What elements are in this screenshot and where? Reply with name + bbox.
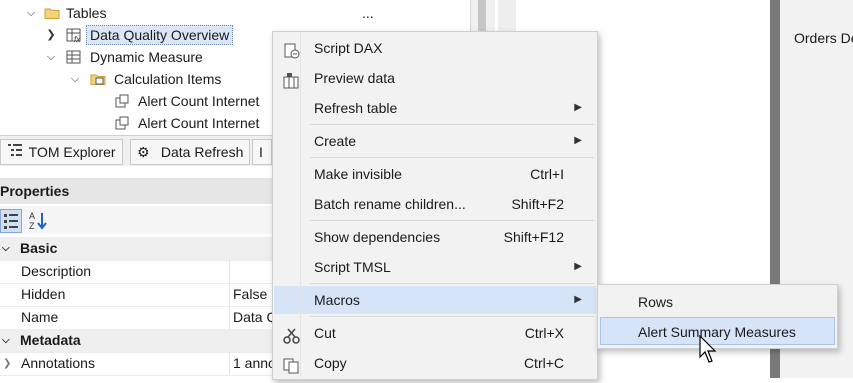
menu-item-macros[interactable]: Macros ▶ (274, 286, 596, 314)
mouse-cursor-icon (699, 334, 719, 365)
svg-text:A: A (29, 211, 35, 221)
tree-label: Alert Count Internet (138, 93, 260, 109)
menu-separator (310, 157, 594, 158)
tree-label: Data Quality Overview (86, 25, 234, 45)
svg-text:Z: Z (29, 221, 35, 231)
calculation-folder-icon (90, 71, 106, 87)
menu-shortcut: Shift+F2 (511, 196, 564, 212)
panel-title: Properties (0, 183, 70, 199)
submenu-arrow-icon: ▶ (574, 261, 582, 272)
menu-item-make-invisible[interactable]: Make invisible Ctrl+I (274, 160, 596, 188)
menu-shortcut: Ctrl+C (523, 355, 564, 371)
tree-label: Dynamic Measure (90, 49, 203, 65)
menu-shortcut: Shift+F12 (503, 229, 564, 245)
tab-label: I (259, 144, 263, 160)
tab-tom-explorer[interactable]: TOM Explorer (0, 139, 123, 165)
chevron-down-icon[interactable]: ⌵ (68, 68, 82, 90)
tree-label: Alert Count Internet (138, 115, 260, 131)
tree-label: Calculation Items (114, 71, 222, 87)
menu-item-create[interactable]: Create ▶ (274, 127, 596, 155)
property-name: Hidden (21, 286, 66, 302)
tree-label: Tables (66, 5, 107, 21)
chevron-right-icon[interactable]: ❯ (3, 352, 11, 375)
menu-label: Refresh table (314, 100, 398, 116)
tree-node-tables[interactable]: ⌵ Tables ... (0, 2, 470, 24)
folder-icon (44, 5, 60, 21)
chevron-down-icon[interactable]: ⌵ (44, 46, 58, 68)
table-icon (66, 49, 82, 65)
tab-label: TOM Explorer (28, 144, 116, 160)
submenu-arrow-icon: ▶ (574, 294, 582, 305)
property-name: Description (21, 263, 92, 279)
category-label: Basic (20, 240, 58, 256)
menu-separator (310, 283, 594, 284)
menu-label: Macros (314, 292, 360, 308)
categorized-view-icon[interactable] (0, 209, 22, 233)
menu-label: Rows (638, 294, 674, 310)
context-menu: Script DAX Preview data Refresh table ▶ … (272, 31, 598, 380)
menu-separator (310, 124, 594, 125)
menu-label: Copy (314, 355, 347, 371)
menu-label: Make invisible (314, 166, 402, 182)
calculation-item-icon (114, 115, 130, 131)
menu-label: Show dependencies (314, 229, 441, 245)
tree-list-icon (7, 140, 25, 164)
property-value[interactable]: 1 anno (233, 352, 276, 375)
calculated-table-icon: fx (66, 27, 82, 44)
menu-separator (310, 316, 594, 317)
menu-label: Create (314, 133, 357, 149)
property-value[interactable]: False (233, 283, 267, 306)
script-icon (283, 40, 301, 59)
submenu-arrow-icon: ▶ (574, 135, 582, 146)
table-header-text: Orders De (794, 30, 853, 46)
property-name: Annotations (21, 355, 95, 371)
menu-item-script-dax[interactable]: Script DAX (274, 34, 596, 62)
menu-item-show-dependencies[interactable]: Show dependencies Shift+F12 (274, 223, 596, 251)
menu-item-copy[interactable]: Copy Ctrl+C (274, 349, 596, 377)
scissors-icon (283, 325, 301, 344)
submenu-item-rows[interactable]: Rows (600, 288, 835, 316)
tab-more[interactable]: I (252, 139, 272, 165)
tab-label: Data Refresh (160, 144, 244, 160)
menu-item-script-tmsl[interactable]: Script TMSL ▶ (274, 253, 596, 281)
menu-item-cut[interactable]: Cut Ctrl+X (274, 319, 596, 347)
menu-item-batch-rename[interactable]: Batch rename children... Shift+F2 (274, 190, 596, 218)
gear-icon: ⚙ (137, 144, 150, 160)
calculation-item-icon (114, 93, 130, 109)
menu-label: Batch rename children... (314, 196, 466, 212)
copy-icon (283, 355, 301, 374)
menu-shortcut: Ctrl+I (530, 166, 564, 182)
preview-icon (283, 70, 301, 89)
menu-shortcut: Ctrl+X (524, 325, 564, 341)
chevron-down-icon[interactable]: ⌵ (2, 329, 10, 352)
tab-data-refresh[interactable]: ⚙ Data Refresh (130, 139, 251, 165)
menu-label: Preview data (314, 70, 395, 86)
menu-label: Script TMSL (314, 259, 391, 275)
menu-label: Cut (314, 325, 336, 341)
chevron-down-icon[interactable]: ⌵ (2, 237, 10, 260)
svg-text:fx: fx (74, 35, 81, 43)
sort-alphabetical-icon[interactable]: AZ (28, 209, 50, 231)
menu-label: Script DAX (314, 40, 383, 56)
chevron-down-icon[interactable]: ⌵ (24, 2, 38, 24)
menu-item-refresh-table[interactable]: Refresh table ▶ (274, 94, 596, 122)
property-value[interactable]: Data Q (233, 306, 277, 329)
property-name: Name (21, 309, 59, 325)
menu-gutter (300, 32, 301, 377)
chevron-right-icon[interactable]: ❯ (44, 24, 58, 46)
menu-item-preview-data[interactable]: Preview data (274, 64, 596, 92)
category-label: Metadata (20, 332, 81, 348)
ellipsis-text: ... (362, 5, 374, 21)
submenu-arrow-icon: ▶ (574, 102, 582, 113)
menu-separator (310, 220, 594, 221)
